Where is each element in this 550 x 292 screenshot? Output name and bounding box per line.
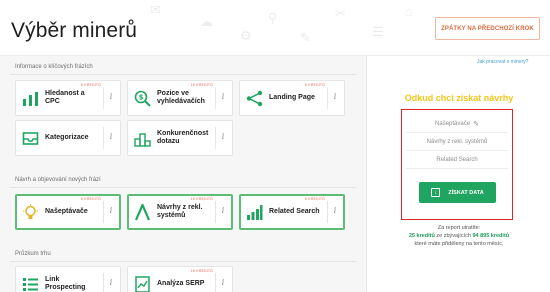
info-icon[interactable]: i (219, 92, 227, 101)
background-doodle-icon: ☁ (200, 14, 213, 29)
info-icon[interactable]: i (331, 92, 339, 101)
info-icon[interactable]: i (219, 132, 227, 141)
card-divider (215, 87, 216, 109)
info-icon[interactable]: i (107, 278, 115, 287)
miner-label: Našeptávače (45, 208, 88, 215)
miner-label: Konkurenčnost dotazu (157, 130, 209, 145)
card-divider (215, 273, 216, 292)
section-title: Informace o klíčových frázích (15, 64, 93, 70)
card-divider (103, 87, 104, 109)
background-doodle-icon: ⚲ (268, 10, 278, 25)
background-doodle-icon: ✉ (150, 2, 161, 17)
download-icon: ↓ (431, 188, 441, 197)
card-divider (215, 127, 216, 149)
miner-card-landing-page[interactable]: Landing Page 5 KREDITŮ i (239, 80, 345, 116)
source-option-navrhy[interactable]: Návrhy z rekl. systémů (406, 134, 508, 151)
ad-letter-icon (134, 204, 151, 221)
miner-card-analyza-serp[interactable]: Analýza SERP 15 KREDITŮ i (127, 266, 233, 292)
background-doodle-icon: ⚙ (240, 28, 252, 43)
lightbulb-icon (23, 204, 38, 219)
miner-list: Informace o klíčových frázích Hledanost … (0, 56, 366, 292)
cost-line3: které máte přiděleny na tento měsíc. (414, 241, 504, 247)
card-divider (327, 201, 328, 223)
miner-label: Návrhy z rekl. systémů (157, 204, 203, 219)
source-label: Related Search (436, 157, 478, 163)
miner-card-konkurencnost[interactable]: Konkurenčnost dotazu i (127, 120, 233, 156)
selected-sources-box: Našeptávače ✎ Návrhy z rekl. systémů Rel… (401, 109, 513, 220)
get-data-label: ZÍSKAT DATA (448, 189, 484, 196)
card-divider (103, 201, 104, 223)
miner-label: Link Prospecting (45, 276, 86, 291)
miner-card-kategorizace[interactable]: Kategorizace i (15, 120, 121, 156)
miner-label: Pozice ve vyhledávačích (157, 90, 205, 105)
card-divider (103, 273, 104, 292)
get-data-button[interactable]: ↓ ZÍSKAT DATA (419, 182, 496, 203)
prompt-title: Odkud chci získat návrhy (404, 93, 514, 103)
card-divider (215, 201, 216, 223)
link-list-icon (23, 278, 38, 291)
cost-note: Za report utratíte: 25 kreditů ze zbývaj… (367, 224, 550, 248)
miner-card-pozice[interactable]: $ Pozice ve vyhledávačích 15 KREDITŮ i (127, 80, 233, 116)
card-divider (103, 127, 104, 149)
background-doodle-icon: ✂ (335, 6, 346, 21)
section-divider (10, 74, 356, 75)
miner-label: Hledanost a CPC (45, 90, 85, 105)
inbox-tray-icon (22, 132, 39, 145)
miner-card-related-search[interactable]: Related Search 5 KREDITŮ i (239, 194, 345, 230)
credit-badge: 5 KREDITŮ (80, 83, 101, 87)
card-divider (327, 87, 328, 109)
source-label: Našeptávače (435, 121, 471, 127)
share-nodes-icon (246, 90, 263, 107)
cost-credits: 25 kreditů (408, 233, 435, 239)
cost-remaining: 94 895 kreditů (472, 233, 510, 239)
bar-chart-icon (23, 92, 38, 106)
miner-label: Kategorizace (45, 134, 89, 141)
miner-label: Related Search (269, 208, 320, 215)
info-icon[interactable]: i (331, 206, 339, 215)
miner-label: Analýza SERP (157, 280, 205, 287)
summary-panel: Jak pracovat s minery? Odkud chci získat… (366, 56, 550, 292)
credit-badge: 5 KREDITŮ (304, 83, 325, 87)
miner-card-navrhy-rekl[interactable]: Návrhy z rekl. systémů 15 KREDITŮ i (127, 194, 233, 230)
cost-line2: 25 kreditů ze zbývajících 94 895 kreditů (367, 232, 550, 240)
growth-bars-icon (247, 205, 263, 220)
help-link[interactable]: Jak pracovat s minery? (477, 59, 528, 65)
background-doodle-icon: ☰ (372, 24, 384, 39)
dollar-search-icon: $ (134, 90, 151, 107)
background-doodle-icon: ✎ (300, 30, 311, 45)
credit-badge: 5 KREDITŮ (80, 197, 101, 201)
info-icon[interactable]: i (219, 278, 227, 287)
miner-label: Landing Page (269, 94, 315, 101)
info-icon[interactable]: i (219, 206, 227, 215)
credit-badge: 15 KREDITŮ (190, 197, 213, 201)
info-icon[interactable]: i (107, 206, 115, 215)
page-header: ✉ ☁ ⚙ ⚲ ✎ ✂ ☰ ⌂ Výběr minerů ZPÁTKY NA P… (0, 0, 550, 56)
background-doodle-icon: ⌂ (405, 4, 413, 19)
cost-mid: ze zbývajících (436, 233, 471, 239)
info-icon[interactable]: i (107, 132, 115, 141)
section-divider (10, 187, 356, 188)
credit-badge: 5 KREDITŮ (304, 197, 325, 201)
source-option-naseptavace[interactable]: Našeptávače ✎ (406, 116, 508, 133)
back-button[interactable]: ZPÁTKY NA PŘEDCHOZÍ KROK (435, 17, 540, 40)
section-divider (10, 261, 356, 262)
miner-card-hledanost[interactable]: Hledanost a CPC 5 KREDITŮ i (15, 80, 121, 116)
svg-text:$: $ (139, 94, 144, 102)
section-title: Návrh a objevování nových frází (15, 177, 101, 183)
section-title: Průzkum trhu (15, 251, 51, 257)
credit-badge: 15 KREDITŮ (190, 269, 213, 273)
podium-icon (134, 133, 151, 147)
source-label: Návrhy z rekl. systémů (426, 139, 488, 145)
credit-badge: 15 KREDITŮ (190, 83, 213, 87)
info-icon[interactable]: i (107, 92, 115, 101)
source-option-related-search[interactable]: Related Search (406, 152, 508, 169)
cost-line1: Za report utratíte: (437, 225, 481, 231)
pencil-icon: ✎ (473, 121, 479, 128)
page-title: Výběr minerů (11, 19, 138, 42)
miner-card-link-prospecting[interactable]: Link Prospecting i (15, 266, 121, 292)
document-chart-icon (135, 276, 150, 292)
miner-card-naseptavace[interactable]: Našeptávače 5 KREDITŮ i (15, 194, 121, 230)
